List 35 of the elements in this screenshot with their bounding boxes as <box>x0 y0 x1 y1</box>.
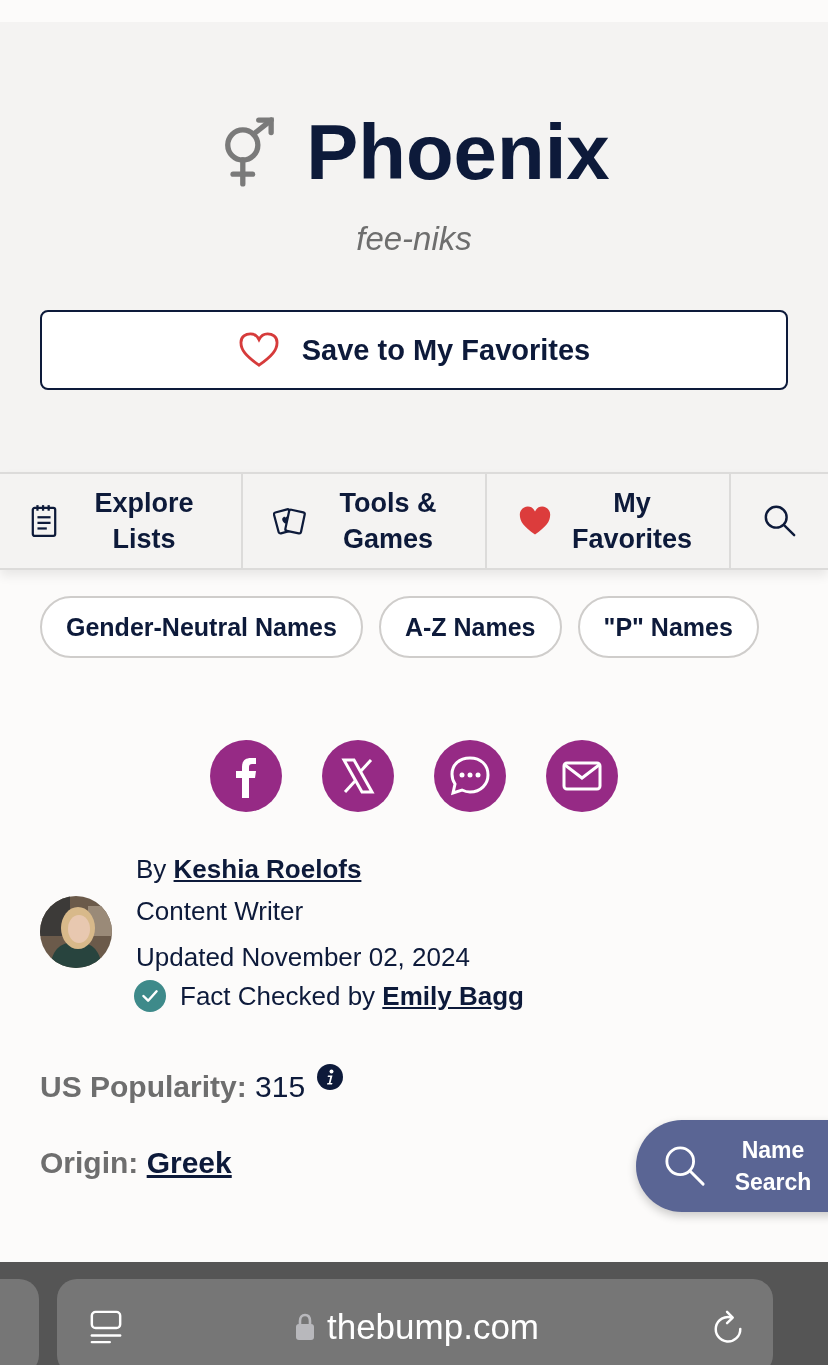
nav-tab[interactable]: Explore Lists <box>0 474 243 568</box>
playing-cards-icon <box>273 506 307 536</box>
fact-text: US Popularity: 315 <box>40 1070 306 1104</box>
heart-icon <box>517 505 553 537</box>
author-link[interactable]: Keshia Roelofs <box>173 854 362 884</box>
tag-chip[interactable]: Gender-Neutral Names <box>40 596 363 658</box>
notepad-icon <box>30 504 58 538</box>
pronunciation-text: fee-niks <box>356 220 472 258</box>
author-role-text: Content Writer <box>136 896 305 926</box>
tag-chip[interactable]: "P" Names <box>577 596 759 658</box>
search-icon <box>762 504 797 538</box>
fact-checked-text: Fact Checked by Emily Bagg <box>180 981 524 1011</box>
tag-chip[interactable]: A-Z Names <box>378 596 562 658</box>
name-title: Phoenix <box>306 106 610 198</box>
fact-checker-link[interactable]: Emily Bagg <box>382 981 524 1011</box>
info-icon[interactable] <box>317 1064 344 1090</box>
lock-icon <box>294 1313 315 1341</box>
fact-text: Origin: Greek <box>40 1146 232 1180</box>
address-bar[interactable]: thebump.com <box>57 1279 773 1365</box>
origin-link[interactable]: Greek <box>146 1146 232 1179</box>
byline-text: By Keshia Roelofs <box>136 854 363 884</box>
page-menu-icon[interactable] <box>89 1310 123 1344</box>
chat-bubble-share-icon[interactable] <box>434 740 506 812</box>
url-text: thebump.com <box>326 1307 540 1347</box>
search-icon <box>664 1145 706 1187</box>
updated-date-text: Updated November 02, 2024 <box>136 942 471 972</box>
nav-tab[interactable]: My Favorites <box>487 474 731 568</box>
name-search-button[interactable]: Name Search <box>636 1120 828 1212</box>
checkmark-badge-icon <box>134 980 166 1012</box>
facebook-share-icon[interactable] <box>210 740 282 812</box>
nav-tab[interactable]: Tools & Games <box>243 474 487 568</box>
envelope-share-icon[interactable] <box>546 740 618 812</box>
save-to-favorites-button[interactable]: Save to My Favorites <box>40 310 788 390</box>
heart-outline-icon <box>237 331 280 369</box>
x-logo-share-icon[interactable] <box>322 740 394 812</box>
